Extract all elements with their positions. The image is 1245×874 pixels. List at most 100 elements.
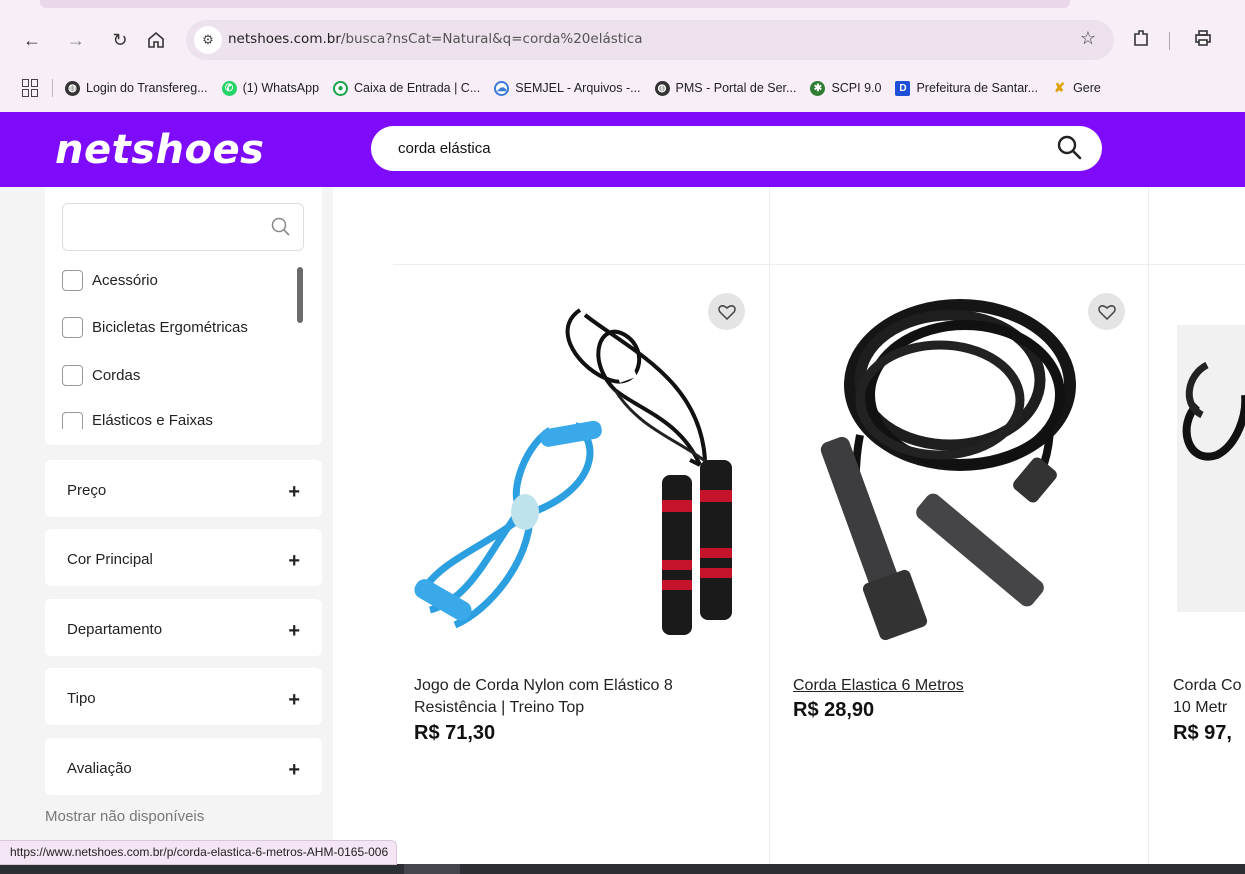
heart-icon — [717, 304, 736, 320]
extensions-icon[interactable] — [1131, 28, 1151, 53]
plus-icon[interactable]: + — [288, 760, 300, 780]
back-icon[interactable]: ← — [20, 28, 44, 52]
site-info-icon[interactable]: ⚙ — [194, 26, 222, 54]
product-title-link[interactable]: Corda Elastica 6 Metros — [793, 675, 964, 697]
plus-icon[interactable]: + — [288, 482, 300, 502]
accordion-label: Departamento — [67, 621, 163, 638]
bookmark-label: SCPI 9.0 — [831, 81, 882, 95]
filter-option-label: Cordas — [92, 367, 141, 384]
filter-option-label: Elásticos e Faixas — [92, 412, 213, 429]
bookmark-label: Prefeitura de Santar... — [916, 81, 1039, 95]
taskbar-item[interactable] — [404, 864, 460, 874]
home-icon[interactable] — [144, 28, 168, 52]
filter-option-label: Acessório — [92, 272, 158, 289]
filter-option-cordas[interactable]: Cordas — [62, 365, 140, 386]
filter-scrollbar[interactable] — [297, 267, 303, 323]
bookmark-label: Gere — [1073, 81, 1101, 95]
grid-col-divider — [769, 187, 770, 874]
filter-accordion-tipo[interactable]: Tipo + — [45, 668, 322, 725]
gear-icon: ✱ — [810, 80, 826, 96]
bookmark-label: Caixa de Entrada | C... — [354, 81, 481, 95]
bookmark-label: Login do Transfereg... — [86, 81, 208, 95]
plus-icon[interactable]: + — [288, 551, 300, 571]
globe-icon: ◍ — [654, 80, 670, 96]
browser-chrome: ← → ↻ ⚙ netshoes.com.br/busca?nsCat=Natu… — [0, 0, 1245, 112]
cloud-icon: ☁ — [494, 80, 510, 96]
globe-icon: ◍ — [65, 80, 80, 96]
product-price: R$ 28,90 — [793, 699, 875, 721]
accordion-label: Tipo — [67, 690, 96, 707]
x-icon: ✘ — [1054, 80, 1066, 95]
product-title[interactable]: Jogo de Corda Nylon com Elástico 8 Resist… — [414, 675, 673, 719]
checkbox[interactable] — [62, 317, 83, 338]
accordion-label: Avaliação — [67, 760, 132, 777]
favorite-button[interactable] — [1088, 293, 1125, 330]
address-bar[interactable]: ⚙ netshoes.com.br/busca?nsCat=Natural&q=… — [186, 20, 1114, 60]
checkbox[interactable] — [62, 270, 83, 291]
show-unavailable-toggle[interactable]: Mostrar não disponíveis — [45, 808, 204, 825]
bookmark-label: SEMJEL - Arquivos -... — [515, 81, 641, 95]
url-host: netshoes.com.br — [228, 31, 341, 47]
checkbox[interactable] — [62, 365, 83, 386]
grid-row-divider — [393, 264, 1245, 265]
product-title-line: Corda Co — [1173, 677, 1242, 694]
product-price: R$ 97, — [1173, 722, 1232, 744]
url-path: /busca?nsCat=Natural&q=corda%20elástica — [340, 31, 643, 47]
mail-icon: ● — [333, 80, 349, 96]
product-image-jump-rope-set[interactable] — [400, 290, 750, 650]
toolbar-divider — [1169, 32, 1170, 50]
reload-icon[interactable]: ↻ — [108, 28, 132, 52]
checkbox[interactable] — [62, 412, 83, 429]
favorite-button[interactable] — [708, 293, 745, 330]
plus-icon[interactable]: + — [288, 690, 300, 710]
bookmark-item[interactable]: ✘ Gere — [1052, 80, 1101, 96]
product-title-line: Jogo de Corda Nylon com Elástico 8 — [414, 677, 673, 694]
bookmark-item[interactable]: ☁ SEMJEL - Arquivos -... — [494, 80, 641, 96]
bookmark-label: PMS - Portal de Ser... — [675, 81, 797, 95]
bookmark-item[interactable]: D Prefeitura de Santar... — [895, 80, 1039, 96]
filter-accordion-avaliacao[interactable]: Avaliação + — [45, 738, 322, 795]
taskbar — [0, 864, 1245, 874]
bookmark-item[interactable]: ✆ (1) WhatsApp — [221, 80, 320, 96]
filter-accordion-preco[interactable]: Preço + — [45, 460, 322, 517]
bookmark-item[interactable]: ✱ SCPI 9.0 — [810, 80, 882, 96]
apps-grid-icon[interactable] — [22, 79, 40, 97]
tab-strip — [40, 0, 1070, 8]
plus-icon[interactable]: + — [288, 621, 300, 641]
filter-accordion-departamento[interactable]: Departamento + — [45, 599, 322, 656]
accordion-label: Cor Principal — [67, 551, 153, 568]
print-icon[interactable] — [1193, 28, 1213, 53]
search-input[interactable]: corda elástica — [371, 126, 1102, 171]
product-title[interactable]: Corda Co 10 Metr — [1173, 675, 1245, 719]
filter-accordion-cor[interactable]: Cor Principal + — [45, 529, 322, 586]
bookmark-item[interactable]: ◍ PMS - Portal de Ser... — [654, 80, 797, 96]
filter-option-bicicletas[interactable]: Bicicletas Ergométricas — [62, 317, 248, 338]
search-icon[interactable] — [1056, 134, 1084, 162]
bookmark-item[interactable]: ◍ Login do Transfereg... — [65, 80, 208, 96]
filter-option-label: Bicicletas Ergométricas — [92, 319, 248, 336]
d-icon: D — [895, 80, 911, 96]
grid-col-divider — [1148, 187, 1149, 874]
star-icon[interactable]: ☆ — [1080, 28, 1096, 49]
site-header: netshoes corda elástica — [0, 112, 1245, 187]
bookmarks-bar: ◍ Login do Transfereg... ✆ (1) WhatsApp ● C… — [0, 73, 1245, 103]
heart-icon — [1097, 304, 1116, 320]
link-status-bubble: https://www.netshoes.com.br/p/corda-elas… — [0, 840, 398, 865]
product-image-partial[interactable] — [1177, 325, 1245, 612]
search-icon — [271, 217, 290, 236]
bookmark-item[interactable]: ● Caixa de Entrada | C... — [333, 80, 481, 96]
bookmarks-divider — [52, 79, 53, 97]
filter-category-card: Acessório Bicicletas Ergométricas Cordas… — [45, 187, 322, 445]
product-image-black-rope[interactable] — [800, 285, 1080, 655]
bookmark-label: (1) WhatsApp — [242, 81, 320, 95]
product-image-rope-partial — [1182, 361, 1245, 461]
netshoes-logo[interactable]: netshoes — [55, 130, 264, 170]
forward-icon[interactable]: → — [64, 28, 88, 52]
filter-option-acessorio[interactable]: Acessório — [62, 270, 158, 291]
filter-option-elasticos[interactable]: Elásticos e Faixas — [62, 412, 213, 429]
filter-search-input[interactable] — [62, 203, 304, 251]
url-text[interactable]: netshoes.com.br/busca?nsCat=Natural&q=co… — [228, 31, 643, 47]
product-price: R$ 71,30 — [414, 722, 496, 744]
accordion-label: Preço — [67, 482, 107, 499]
whatsapp-icon: ✆ — [221, 80, 237, 96]
